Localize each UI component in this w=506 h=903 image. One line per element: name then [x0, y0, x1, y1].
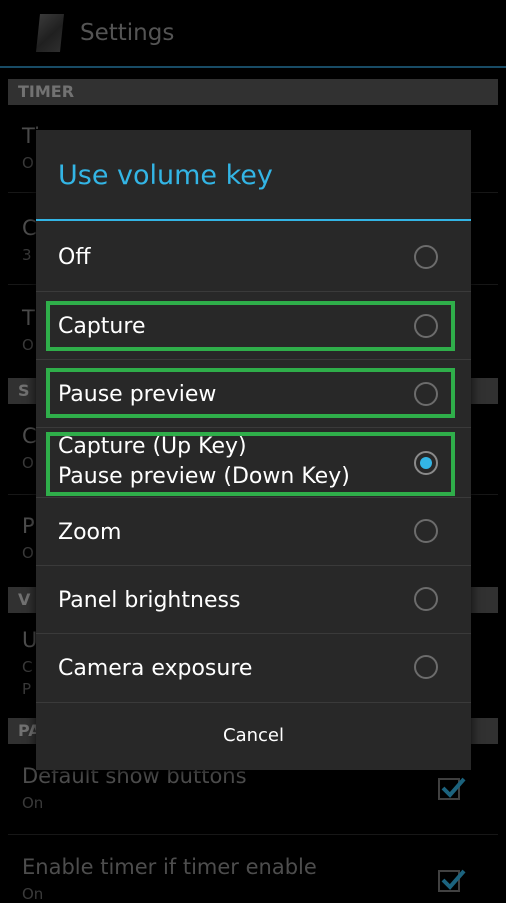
cancel-button[interactable]: Cancel: [36, 702, 471, 770]
option-label: Zoom: [58, 520, 122, 545]
option-panel-brightness[interactable]: Panel brightness: [36, 565, 471, 633]
dialog-title: Use volume key: [58, 160, 273, 191]
option-label: Camera exposure: [58, 656, 253, 681]
option-camera-exposure[interactable]: Camera exposure: [36, 633, 471, 701]
radio-button[interactable]: [414, 519, 438, 543]
highlight-box: [46, 368, 455, 418]
volume-key-dialog: Use volume key Off Capture Pause preview…: [36, 130, 471, 770]
option-zoom[interactable]: Zoom: [36, 497, 471, 565]
highlight-box: [46, 301, 455, 351]
option-label: Panel brightness: [58, 588, 241, 613]
title-divider: [36, 219, 471, 221]
option-label: Off: [58, 245, 91, 270]
radio-button[interactable]: [414, 245, 438, 269]
radio-button[interactable]: [414, 655, 438, 679]
option-off[interactable]: Off: [36, 222, 471, 290]
highlight-box: [46, 432, 455, 496]
radio-button[interactable]: [414, 587, 438, 611]
